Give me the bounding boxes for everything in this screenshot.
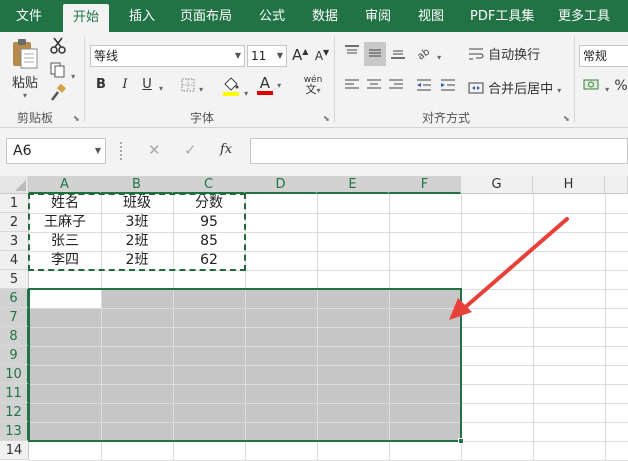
annotation-arrow-icon [449,217,569,320]
